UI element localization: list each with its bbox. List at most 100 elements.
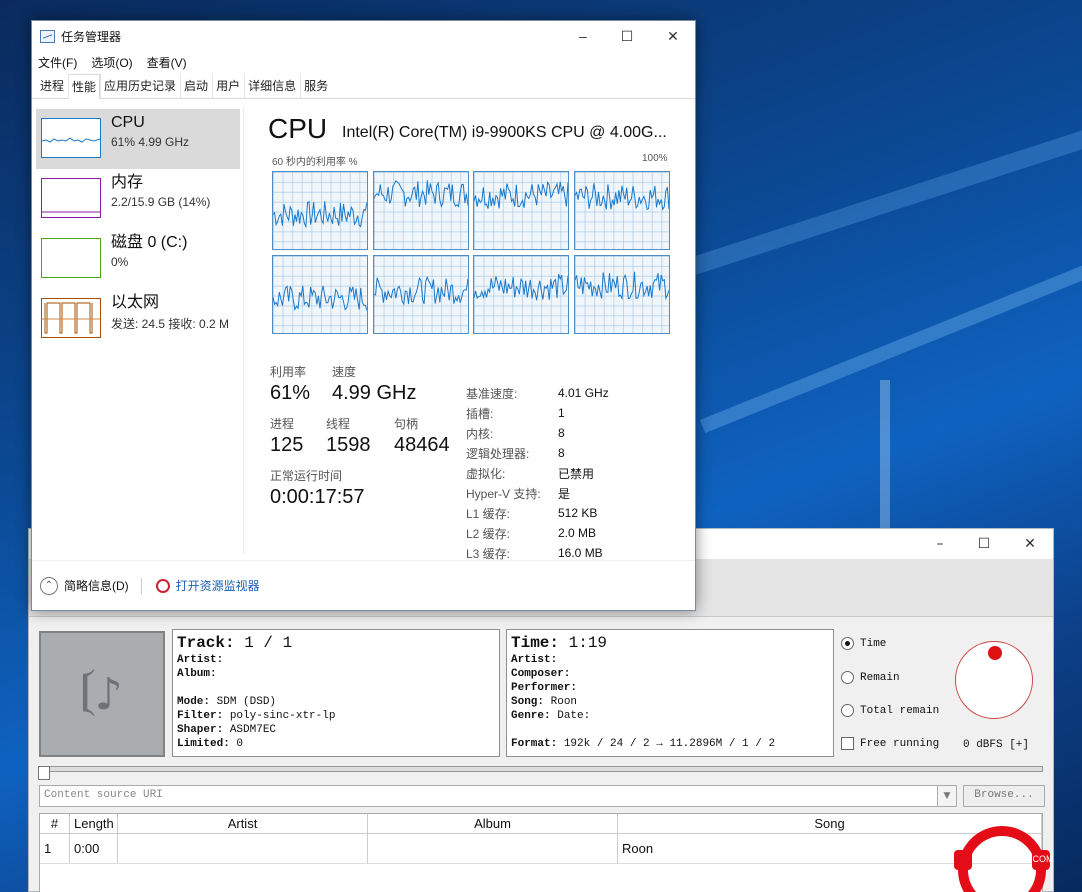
col-artist[interactable]: Artist (118, 814, 368, 833)
spec-value: 16.0 MB (558, 546, 603, 560)
open-resource-monitor-link[interactable]: 打开资源监视器 (176, 577, 260, 594)
info-line: Song: Roon (511, 695, 829, 709)
spec-row: Hyper-V 支持: 是 (466, 483, 609, 503)
uptime-stat: 正常运行时间 0:00:17:57 (270, 467, 365, 509)
time-value: 1:19 (568, 634, 608, 652)
window-title: 任务管理器 (61, 29, 122, 44)
stat-value: 0:00:17:57 (270, 486, 365, 508)
task-manager-window: 任务管理器 – ☐ ✕ 文件(F) 选项(O) 查看(V) 进程 性能 应用历史… (31, 20, 696, 611)
menu-view[interactable]: 查看(V) (147, 54, 187, 71)
info-value: SDM (DSD) (216, 696, 277, 708)
dbfs-readout[interactable]: 0 dBFS [+] (963, 739, 1029, 751)
wallpaper-light-beam (700, 262, 1082, 433)
content-uri-input[interactable]: Content source URI (39, 785, 957, 807)
cpu-usage-line (574, 271, 669, 301)
cell-length: 0:00 (70, 834, 118, 863)
sidebar-item-cpu[interactable]: CPU 61% 4.99 GHz (36, 109, 240, 169)
format-label: Format: (511, 738, 558, 750)
tab-app-history[interactable]: 应用历史记录 (100, 73, 180, 98)
cell-album (368, 834, 618, 863)
radio-dot[interactable] (841, 671, 854, 684)
spec-value: 512 KB (558, 506, 598, 520)
info-line: Limited: 0 (177, 737, 495, 751)
memory-thumbnail (41, 178, 101, 218)
tab-services[interactable]: 服务 (300, 73, 332, 98)
col-length[interactable]: Length (70, 814, 118, 833)
checkbox-label: Free running (860, 737, 940, 750)
tab-performance[interactable]: 性能 (68, 74, 101, 99)
col-album[interactable]: Album (368, 814, 618, 833)
fewer-details-button[interactable]: 简略信息(D) (64, 577, 129, 594)
checkbox-box[interactable] (841, 737, 854, 750)
spec-row: 插槽: 1 (466, 403, 609, 423)
radio-time[interactable]: Time (841, 637, 886, 650)
stat-label: 速度 (332, 365, 357, 379)
spec-value: 2.0 MB (558, 526, 597, 540)
table-row[interactable]: 1 0:00 Roon (40, 834, 1042, 864)
sidebar-item-disk[interactable]: 磁盘 0 (C:) 0% (36, 229, 240, 289)
seek-thumb[interactable] (38, 766, 50, 780)
cpu-usage-line (474, 181, 568, 209)
close-icon[interactable]: ✕ (650, 21, 696, 51)
volume-knob[interactable] (988, 646, 1002, 660)
sidebar-item-memory[interactable]: 内存 2.2/15.9 GB (14%) (36, 169, 240, 229)
radio-remain[interactable]: Remain (841, 671, 900, 684)
info-value: ASDM7EC (229, 724, 277, 736)
maximize-icon[interactable]: ☐ (604, 21, 650, 51)
free-running-checkbox[interactable]: Free running (841, 737, 939, 750)
info-key: Shaper: (177, 724, 224, 736)
minimize-icon[interactable]: – (560, 21, 606, 51)
task-manager-footer: ⌃ 简略信息(D) 打开资源监视器 (32, 560, 695, 610)
info-line: Genre: Date: (511, 709, 829, 723)
cpu-usage-line (273, 285, 367, 312)
volume-dial[interactable] (955, 641, 1033, 719)
sidebar-item-label: 内存 (111, 174, 144, 191)
maximize-icon[interactable]: ☐ (961, 529, 1007, 559)
menu-options[interactable]: 选项(O) (91, 54, 132, 71)
menu-file[interactable]: 文件(F) (38, 54, 77, 71)
spec-value: 8 (558, 446, 565, 460)
info-value: poly-sinc-xtr-lp (229, 710, 336, 722)
close-icon[interactable]: ✕ (1007, 529, 1053, 559)
info-key: Artist: (511, 654, 558, 666)
minimize-icon[interactable]: – (917, 529, 963, 559)
cpu-core-graph (372, 171, 469, 250)
cpu-usage-line (373, 275, 468, 306)
radio-label: Total remain (860, 704, 940, 717)
spec-key: Hyper-V 支持: (466, 486, 541, 501)
radio-dot[interactable] (841, 637, 854, 650)
browse-button[interactable]: Browse... (963, 785, 1045, 807)
chevron-down-icon[interactable]: ▼ (937, 785, 957, 807)
sidebar-item-ethernet[interactable]: 以太网 发送: 24.5 接收: 0.2 M (36, 289, 240, 349)
spec-key: L3 缓存: (466, 546, 511, 561)
seek-slider[interactable] (38, 766, 1043, 780)
tab-startup[interactable]: 启动 (180, 73, 212, 98)
stat-label: 进程 (270, 417, 295, 431)
tab-users[interactable]: 用户 (212, 73, 244, 98)
spec-value: 1 (558, 406, 565, 420)
util-stat: 利用率 61% (270, 363, 310, 405)
tab-details[interactable]: 详细信息 (244, 73, 300, 98)
track-info-panel: Track: 1 / 1 Artist: Album: Mode: SDM (D… (172, 629, 500, 757)
spec-value: 已禁用 (558, 466, 595, 481)
col-num[interactable]: # (40, 814, 70, 833)
thread-stat: 线程 1598 (326, 415, 371, 457)
spec-row: L2 缓存: 2.0 MB (466, 523, 609, 543)
logo-text: .COM (1030, 854, 1054, 864)
stat-value: 1598 (326, 434, 371, 456)
stat-value: 4.99 GHz (332, 382, 417, 404)
sidebar-item-label: 以太网 (111, 294, 160, 311)
time-label: Time: (511, 634, 560, 652)
cpu-heading: CPU (268, 113, 328, 144)
stat-label: 利用率 (270, 365, 307, 379)
stat-value: 125 (270, 434, 304, 456)
sidebar-item-sub: 0% (111, 255, 129, 269)
tab-processes[interactable]: 进程 (36, 73, 68, 98)
spec-row: 虚拟化: 已禁用 (466, 463, 609, 483)
sidebar-item-sub: 61% 4.99 GHz (111, 135, 190, 149)
cpu-core-graph (372, 255, 469, 334)
cell-num: 1 (40, 834, 70, 863)
radio-dot[interactable] (841, 704, 854, 717)
chevron-up-icon[interactable]: ⌃ (40, 576, 58, 595)
radio-total-remain[interactable]: Total remain (841, 704, 939, 717)
